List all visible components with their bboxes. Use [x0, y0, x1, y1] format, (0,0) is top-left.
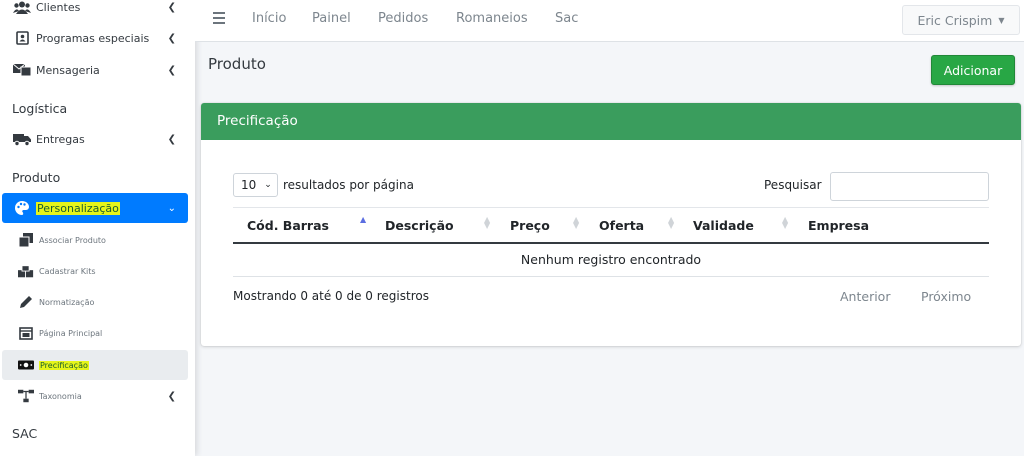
pricing-card: Precificação 10 ⌄ resultados por página …: [201, 103, 1021, 346]
chevron-down-icon: ⌄: [167, 202, 176, 214]
sitemap-icon: [18, 388, 34, 404]
sidebar: Clientes ❮ Programas especiais ❮ Mensage…: [0, 0, 195, 456]
pagination-next[interactable]: Próximo: [921, 289, 971, 304]
page-length-value: 10: [241, 178, 257, 192]
sidebar-item-label: Entregas: [36, 132, 85, 146]
window-icon: [18, 325, 34, 341]
page-length-label: resultados por página: [283, 178, 414, 192]
card-title: Precificação: [201, 103, 1021, 140]
sidebar-header-sac: SAC: [12, 426, 38, 441]
sidebar-subitem-precificacao[interactable]: Precificação: [2, 350, 188, 380]
sort-icon: ▲ ▼: [668, 215, 675, 230]
sidebar-subitem-associar-produto[interactable]: Associar Produto: [0, 225, 188, 255]
column-header-descricao[interactable]: Descrição: [385, 218, 454, 233]
clone-icon: [18, 232, 34, 248]
sidebar-item-clientes[interactable]: Clientes ❮: [0, 0, 188, 22]
pen-icon: [18, 294, 34, 310]
truck-icon: [12, 131, 32, 147]
money-icon: [18, 357, 34, 373]
users-icon: [12, 0, 32, 15]
chevron-down-icon: ⌄: [264, 180, 272, 190]
sidebar-item-programas-especiais[interactable]: Programas especiais ❮: [0, 23, 188, 53]
page-length-select[interactable]: 10 ⌄: [233, 173, 278, 197]
sidebar-header-produto: Produto: [12, 170, 61, 185]
add-button[interactable]: Adicionar: [931, 55, 1015, 85]
caret-down-icon: ▼: [998, 15, 1005, 25]
chevron-left-icon: ❮: [167, 1, 176, 13]
column-header-empresa[interactable]: Empresa: [808, 218, 869, 233]
sort-icon: ▲ ▼: [573, 215, 580, 230]
chevron-left-icon: ❮: [167, 133, 176, 145]
nav-link-painel[interactable]: Painel: [312, 11, 351, 26]
page-length-control: 10 ⌄ resultados por página: [233, 173, 414, 197]
chevron-left-icon: ❮: [167, 32, 176, 44]
sidebar-item-label: Mensageria: [36, 63, 100, 77]
chevron-left-icon: ❮: [167, 64, 176, 76]
column-header-preco[interactable]: Preço: [510, 218, 550, 233]
table-info: Mostrando 0 até 0 de 0 registros: [233, 289, 429, 303]
sidebar-item-label: Clientes: [36, 0, 81, 14]
hamburger-menu-icon[interactable]: [213, 12, 225, 24]
search-input[interactable]: [830, 172, 989, 201]
sidebar-subitem-taxonomia[interactable]: Taxonomia ❮: [0, 381, 188, 411]
sidebar-item-personalizacao[interactable]: Personalização ⌄: [2, 193, 188, 223]
search-label: Pesquisar: [764, 178, 822, 192]
nav-link-romaneios[interactable]: Romaneios: [456, 11, 528, 26]
sidebar-item-label: Personalização: [36, 201, 120, 215]
column-header-validade[interactable]: Validade: [693, 218, 754, 233]
chevron-left-icon: ❮: [167, 390, 176, 402]
user-menu-button[interactable]: Eric Crispim ▼: [902, 5, 1020, 35]
sidebar-subitem-label: Associar Produto: [39, 235, 106, 245]
sidebar-subitem-pagina-principal[interactable]: Página Principal: [0, 318, 188, 348]
top-navbar: Início Painel Pedidos Romaneios Sac Eric…: [195, 0, 1024, 42]
sidebar-subitem-label: Normatização: [39, 297, 95, 307]
sort-icon: ▲ ▼: [782, 215, 789, 230]
pagination-previous[interactable]: Anterior: [840, 289, 890, 304]
sidebar-item-entregas[interactable]: Entregas ❮: [0, 124, 188, 154]
sidebar-subitem-normatizacao[interactable]: Normatização: [0, 287, 188, 317]
sidebar-header-logistica: Logística: [12, 101, 68, 116]
palette-icon: [12, 200, 32, 216]
sidebar-subitem-label: Precificação: [39, 360, 89, 370]
boxes-icon: [18, 263, 34, 279]
table-header-row: Cód. Barras ▲ Descrição ▲ ▼ Preço ▲ ▼ Ofer…: [233, 207, 989, 244]
nav-link-pedidos[interactable]: Pedidos: [378, 11, 428, 26]
sidebar-item-mensageria[interactable]: Mensageria ❮: [0, 55, 188, 85]
table-empty-row: Nenhum registro encontrado: [233, 244, 989, 277]
column-header-cod-barras[interactable]: Cód. Barras: [247, 218, 329, 233]
sidebar-subitem-label: Página Principal: [39, 328, 103, 338]
sidebar-subitem-label: Taxonomia: [39, 391, 82, 401]
user-name: Eric Crispim: [917, 12, 993, 28]
column-header-oferta[interactable]: Oferta: [599, 218, 644, 233]
nav-link-inicio[interactable]: Início: [252, 11, 286, 26]
sidebar-subitem-cadastrar-kits[interactable]: Cadastrar Kits: [0, 256, 188, 286]
sidebar-subitem-label: Cadastrar Kits: [39, 266, 96, 276]
sidebar-item-label: Programas especiais: [36, 31, 150, 45]
page-title: Produto: [208, 55, 266, 73]
messaging-icon: [12, 62, 32, 78]
sort-icon: ▲ ▼: [484, 215, 491, 230]
id-card-icon: [12, 30, 32, 46]
sort-ascending-icon: ▲: [360, 215, 367, 224]
nav-link-sac[interactable]: Sac: [555, 11, 578, 26]
